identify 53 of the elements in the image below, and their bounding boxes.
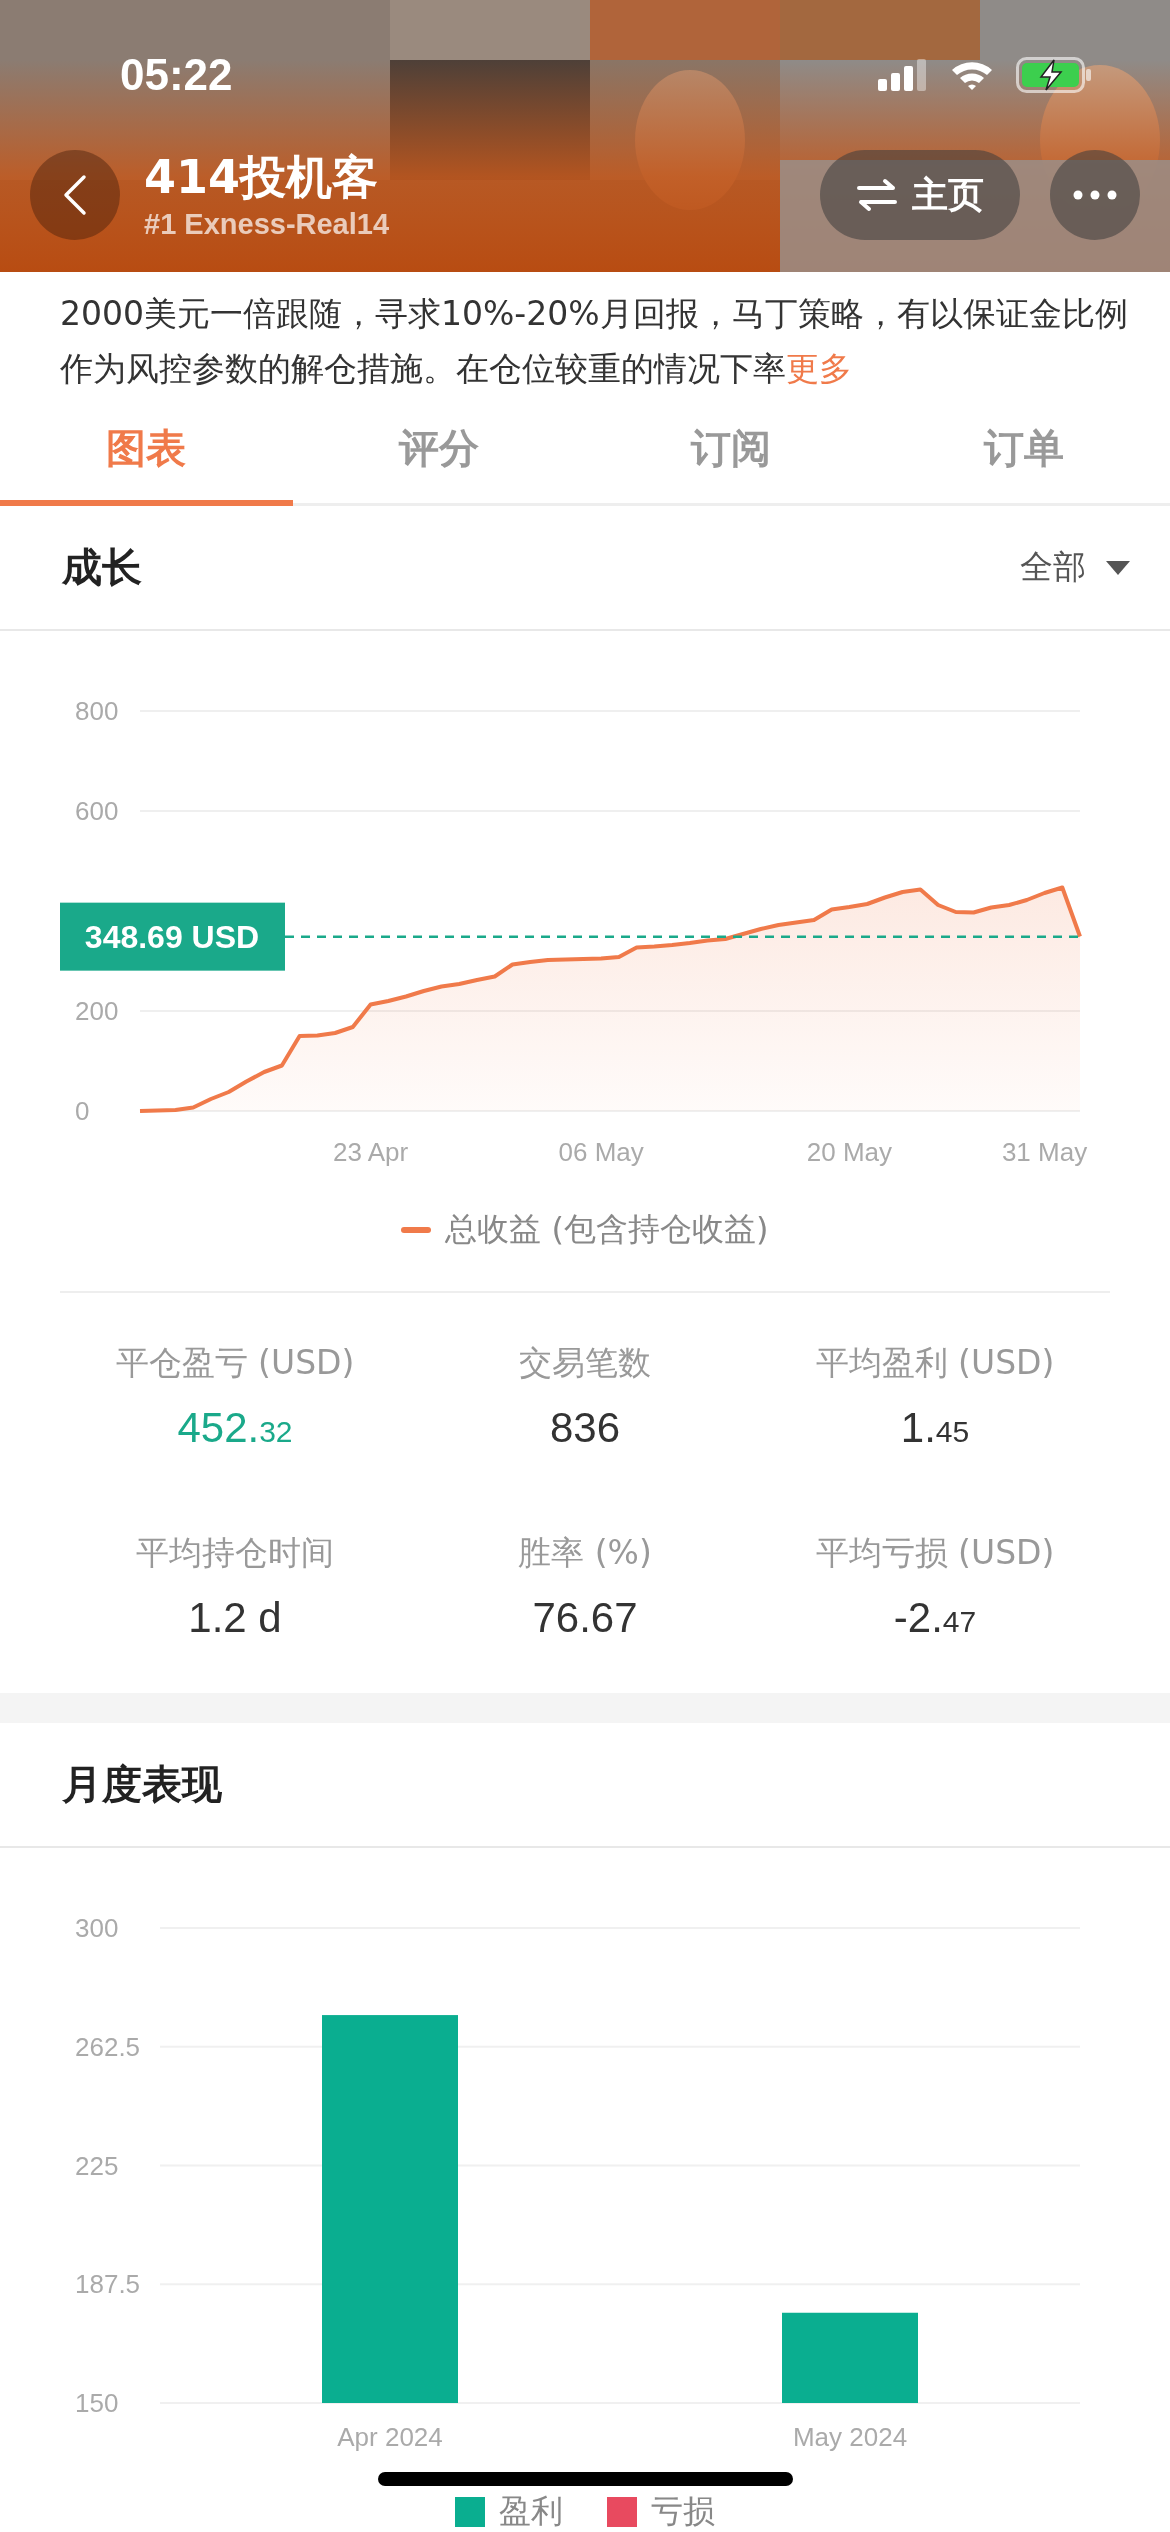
axis-label: 150 <box>75 2388 119 2418</box>
wifi-icon <box>950 59 994 91</box>
strategy-description: 2000美元一倍跟随，寻求10%-20%月回报，马丁策略，有以保证金比例作为风控参数的解仓措施。在仓位较重的情况下率更多 <box>59 293 1129 390</box>
stat-label: 平仓盈亏 (USD) <box>115 1342 355 1384</box>
axis-label: 800 <box>75 696 119 726</box>
section-title: 月度表现 <box>62 1760 222 1809</box>
stat-value: -2.47 <box>893 1593 977 1643</box>
axis-label: May 2024 <box>792 2422 908 2452</box>
axis-label: 0 <box>75 1096 90 1126</box>
axis-label: Apr 2024 <box>337 2422 443 2452</box>
ref-line-label: 348.69 USD <box>84 918 260 955</box>
stat-label: 平均持仓时间 <box>136 1532 334 1574</box>
battery-charging-icon <box>1016 57 1092 93</box>
stat-label: 平均亏损 (USD) <box>815 1532 1055 1574</box>
axis-label: 600 <box>75 796 119 826</box>
range-dropdown[interactable]: 全部 <box>1010 545 1130 590</box>
account-subtitle: #1 Exness-Real14 <box>144 207 391 242</box>
status-time: 05:22 <box>120 50 233 100</box>
stat-value: 76.67 <box>532 1593 638 1643</box>
legend-swatch <box>401 1227 432 1233</box>
tab[interactable]: 评分 <box>292 396 585 506</box>
more-icon <box>1073 190 1117 200</box>
caret-down-icon <box>1106 560 1130 575</box>
legend-label: 亏损 <box>651 2491 715 2532</box>
stat-value: 836 <box>549 1403 621 1453</box>
stat-label: 胜率 (%) <box>518 1532 652 1574</box>
more-link[interactable]: 更多 <box>786 349 852 388</box>
tab[interactable]: 订单 <box>877 396 1170 506</box>
section-title: 成长 <box>62 543 142 592</box>
legend-label: 总收益 (包含持仓收益) <box>445 1209 769 1250</box>
axis-label: 262.5 <box>75 2031 141 2062</box>
axis-label: 31 May <box>1001 1137 1088 1167</box>
chevron-left-icon <box>63 174 87 216</box>
axis-label: 23 Apr <box>333 1137 409 1167</box>
axis-label: 300 <box>75 1913 119 1943</box>
stat-value: 1.2 d <box>188 1593 282 1643</box>
axis-label: 200 <box>75 996 119 1026</box>
signal-icon <box>878 59 928 91</box>
account-title: 414投机客 <box>144 149 380 206</box>
axis-label: 187.5 <box>75 2269 141 2300</box>
stat-label: 交易笔数 <box>519 1342 651 1384</box>
axis-label: 20 May <box>806 1137 893 1167</box>
tab[interactable]: 图表 <box>0 396 293 506</box>
axis-label: 06 May <box>558 1137 644 1167</box>
tab[interactable]: 订阅 <box>585 396 878 506</box>
axis-label: 225 <box>75 2150 119 2181</box>
stat-value: 1.45 <box>900 1403 970 1453</box>
stat-value: 452.32 <box>177 1403 293 1453</box>
home-button[interactable]: 主页 <box>820 150 1020 240</box>
stat-label: 平均盈利 (USD) <box>815 1342 1055 1384</box>
current-value-tag: 348.69 USD <box>60 902 285 971</box>
legend-label: 盈利 <box>499 2491 563 2532</box>
swap-icon <box>856 178 898 212</box>
